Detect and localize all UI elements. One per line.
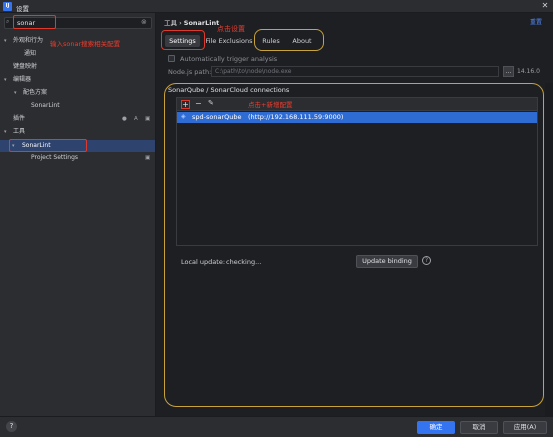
tab-file-exclusions[interactable]: File Exclusions: [205, 35, 253, 47]
sidebar-item-label: 工具: [13, 128, 26, 135]
sidebar-item-editor[interactable]: ▾ 编辑器: [0, 74, 155, 86]
breadcrumb-current: SonarLint: [183, 19, 220, 27]
sidebar-item-tools[interactable]: ▾ 工具: [0, 126, 155, 138]
sidebar-item-keymap[interactable]: 键盘映射: [0, 61, 155, 73]
connections-title: SonarQube / SonarCloud connections: [168, 86, 290, 94]
search-highlight-box: [13, 15, 56, 29]
settings-tab-highlight: [161, 30, 205, 50]
breadcrumb: 工具 › SonarLint: [164, 17, 219, 27]
breadcrumb-separator: ›: [179, 19, 182, 27]
title-bar: [0, 0, 553, 13]
sidebar-item-plugins[interactable]: 插件 ● A ▣: [0, 113, 155, 125]
search-icon: ⌕: [6, 18, 10, 25]
rules-about-highlight: [254, 29, 324, 51]
add-icon[interactable]: +: [181, 100, 190, 109]
project-level-icon: ▣: [145, 155, 151, 161]
chevron-down-icon: ▾: [4, 38, 7, 44]
sidebar-item-label: SonarLint: [31, 102, 60, 109]
edit-pencil-icon[interactable]: ✎: [208, 99, 214, 107]
connection-name: spd-sonarQube: [192, 113, 242, 121]
window-title: 设置: [16, 5, 29, 13]
nodejs-path-label: Node.js path:: [168, 68, 212, 76]
reset-link[interactable]: 重置: [530, 17, 542, 26]
chevron-down-icon: ▾: [4, 129, 7, 135]
sidebar-item-notifications[interactable]: 通知: [0, 48, 155, 60]
app-logo-icon: IJ: [3, 2, 12, 11]
sidebar-item-project-settings[interactable]: Project Settings ▣: [0, 152, 155, 164]
clear-search-icon[interactable]: ⊗: [141, 18, 147, 26]
apply-button[interactable]: 应用(A): [503, 421, 547, 434]
add-connection-annotation: 点击+新增配置: [248, 101, 293, 109]
cancel-button[interactable]: 取消: [460, 421, 498, 434]
remove-icon[interactable]: −: [195, 99, 202, 108]
settings-badge-icon: ●: [122, 116, 127, 122]
sidebar-item-label: 键盘映射: [13, 63, 38, 70]
sidebar-item-color-sonarlint[interactable]: SonarLint: [0, 100, 155, 112]
connections-toolbar: [177, 98, 537, 111]
sidebar-item-label: 外观和行为: [13, 37, 44, 44]
auto-trigger-label: Automatically trigger analysis: [180, 55, 278, 63]
sidebar-item-appearance[interactable]: ▾ 外观和行为: [0, 35, 155, 47]
sonarlint-highlight-box: [9, 139, 87, 152]
sidebar-item-color-scheme[interactable]: ▾ 配色方案: [0, 87, 155, 99]
breadcrumb-parent[interactable]: 工具: [164, 19, 177, 27]
language-icon: A: [134, 116, 138, 122]
sidebar-item-label: 编辑器: [13, 76, 32, 83]
settings-annotation: 点击设置: [217, 25, 245, 33]
server-icon: ◈: [181, 113, 186, 120]
help-button[interactable]: ?: [6, 421, 17, 432]
sidebar-item-label: Project Settings: [31, 154, 79, 161]
connection-url: (http://192.168.111.59:9000): [248, 113, 344, 121]
local-update-label: Local update:: [181, 258, 226, 266]
nodejs-path-input[interactable]: C:\path\to\node\node.exe: [211, 66, 499, 77]
help-icon[interactable]: ?: [422, 256, 431, 265]
local-update-status: checking...: [226, 258, 262, 266]
sidebar-item-label: 通知: [24, 50, 37, 57]
nodejs-browse-button[interactable]: ...: [503, 66, 514, 77]
nodejs-version: 14.16.0: [517, 68, 540, 75]
update-binding-button[interactable]: Update binding: [356, 255, 418, 268]
right-edge-strip: [545, 83, 553, 416]
project-level-icon: ▣: [145, 116, 151, 122]
chevron-down-icon: ▾: [14, 90, 17, 96]
close-icon[interactable]: ✕: [540, 1, 550, 11]
chevron-down-icon: ▾: [4, 77, 7, 83]
sidebar-item-label: 配色方案: [23, 89, 48, 96]
auto-trigger-checkbox[interactable]: [168, 55, 175, 62]
ok-button[interactable]: 确定: [417, 421, 455, 434]
sidebar-item-label: 插件: [13, 115, 26, 122]
